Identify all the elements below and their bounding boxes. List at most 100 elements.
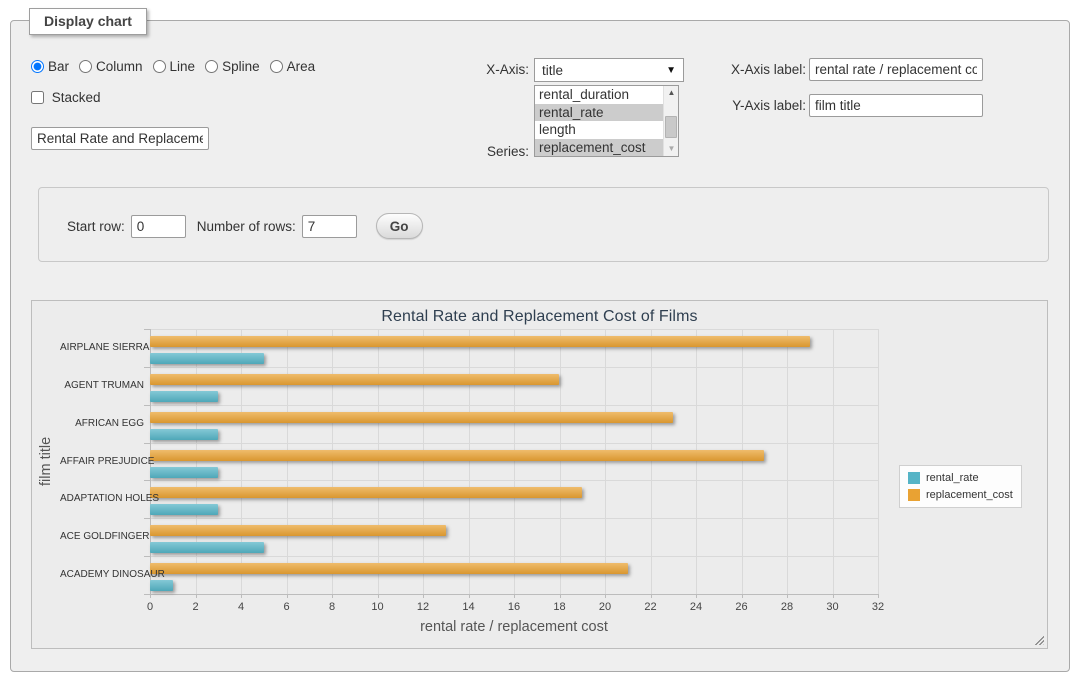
gridline-vertical (241, 329, 242, 594)
gridline-vertical (878, 329, 879, 594)
gridline-vertical (514, 329, 515, 594)
stacked-checkbox[interactable] (31, 91, 44, 104)
category-label: AFFAIR PREJUDICE (60, 456, 144, 467)
x-axis-tick-label: 12 (406, 601, 440, 613)
series-listbox-scrollbar[interactable]: ▲ ▼ (663, 86, 678, 156)
gridline-vertical (378, 329, 379, 594)
legend-label: rental_rate (926, 472, 979, 484)
fieldset-legend: Display chart (29, 8, 147, 35)
chart-type-option-area: Area (270, 59, 316, 74)
chart-x-axis-title: rental rate / replacement cost (150, 619, 878, 635)
bar-rental_rate[interactable] (150, 391, 218, 402)
x-axis-tick-label: 8 (315, 601, 349, 613)
stacked-option: Stacked (31, 90, 101, 105)
number-of-rows-input[interactable] (302, 215, 357, 238)
resize-grip-icon[interactable] (1033, 634, 1044, 645)
series-listbox[interactable]: rental_durationrental_ratelengthreplacem… (534, 85, 679, 157)
chart-type-radio-column[interactable] (79, 60, 92, 73)
scroll-down-icon[interactable]: ▼ (664, 142, 679, 156)
y-axis-tick (144, 518, 150, 519)
bar-rental_rate[interactable] (150, 504, 218, 515)
legend-swatch-icon (908, 472, 920, 484)
chart-type-label: Column (96, 59, 143, 74)
x-axis-select-label: X-Axis: (391, 62, 529, 77)
chart-type-radio-line[interactable] (153, 60, 166, 73)
start-row-input[interactable] (131, 215, 186, 238)
gridline-vertical (196, 329, 197, 594)
chart-type-option-line: Line (153, 59, 196, 74)
category-label: ACADEMY DINOSAUR (60, 569, 144, 580)
plot-area (150, 329, 878, 594)
category-label: AIRPLANE SIERRA (60, 342, 144, 353)
legend-item-rental_rate[interactable]: rental_rate (908, 472, 1013, 484)
x-axis-tick-label: 18 (543, 601, 577, 613)
x-axis-label-label: X-Axis label: (661, 62, 806, 77)
stacked-row: Stacked (31, 90, 111, 105)
x-axis-tick-label: 2 (179, 601, 213, 613)
x-axis-tick-label: 4 (224, 601, 258, 613)
y-axis-tick (144, 367, 150, 368)
chart-type-label: Spline (222, 59, 260, 74)
row-controls-panel: Start row: Number of rows: Go (38, 187, 1049, 262)
gridline-vertical (742, 329, 743, 594)
series-option-rental_rate[interactable]: rental_rate (535, 104, 663, 122)
gridline-horizontal (150, 480, 878, 481)
chart-legend: rental_rate replacement_cost (899, 465, 1022, 508)
x-axis-tick-label: 0 (133, 601, 167, 613)
gridline-vertical (651, 329, 652, 594)
gridline-horizontal (150, 367, 878, 368)
bar-rental_rate[interactable] (150, 467, 218, 478)
y-axis-tick (144, 443, 150, 444)
x-axis-tick (878, 594, 879, 598)
bar-replacement_cost[interactable] (150, 450, 764, 461)
y-axis-tick (144, 480, 150, 481)
gridline-horizontal (150, 405, 878, 406)
legend-item-replacement_cost[interactable]: replacement_cost (908, 489, 1013, 501)
legend-label: replacement_cost (926, 489, 1013, 501)
x-axis-label-input[interactable] (809, 58, 983, 81)
gridline-vertical (423, 329, 424, 594)
bar-replacement_cost[interactable] (150, 336, 810, 347)
go-button[interactable]: Go (376, 213, 423, 239)
gridline-horizontal (150, 518, 878, 519)
chart-type-radio-area[interactable] (270, 60, 283, 73)
scrollbar-thumb[interactable] (665, 116, 677, 138)
gridline-vertical (787, 329, 788, 594)
bar-rental_rate[interactable] (150, 429, 218, 440)
x-axis-tick-label: 20 (588, 601, 622, 613)
bar-replacement_cost[interactable] (150, 374, 559, 385)
chart-canvas: Rental Rate and Replacement Cost of Film… (31, 300, 1048, 649)
y-axis-tick (144, 556, 150, 557)
series-option-length[interactable]: length (535, 121, 663, 139)
category-label: ADAPTATION HOLES (60, 493, 144, 504)
bar-rental_rate[interactable] (150, 580, 173, 591)
bar-replacement_cost[interactable] (150, 563, 628, 574)
x-axis-tick-label: 32 (861, 601, 895, 613)
bar-replacement_cost[interactable] (150, 412, 673, 423)
y-axis-label-input[interactable] (809, 94, 983, 117)
bar-rental_rate[interactable] (150, 353, 264, 364)
x-axis-tick-label: 26 (725, 601, 759, 613)
series-option-rental_duration[interactable]: rental_duration (535, 86, 663, 104)
gridline-vertical (287, 329, 288, 594)
chart-type-radio-spline[interactable] (205, 60, 218, 73)
series-select-label: Series: (391, 144, 529, 159)
series-option-replacement_cost[interactable]: replacement_cost (535, 139, 663, 157)
gridline-vertical (469, 329, 470, 594)
chart-type-option-column: Column (79, 59, 143, 74)
y-axis-label-label: Y-Axis label: (661, 98, 806, 113)
x-axis-tick-label: 14 (452, 601, 486, 613)
bar-replacement_cost[interactable] (150, 525, 446, 536)
start-row-label: Start row: (67, 219, 125, 234)
x-axis-tick-label: 10 (361, 601, 395, 613)
chart-type-radio-bar[interactable] (31, 60, 44, 73)
chart-title-input[interactable] (31, 127, 209, 150)
chart-title: Rental Rate and Replacement Cost of Film… (32, 308, 1047, 326)
gridline-vertical (332, 329, 333, 594)
bar-replacement_cost[interactable] (150, 487, 582, 498)
chart-type-label: Line (170, 59, 196, 74)
y-axis-tick (144, 329, 150, 330)
chart-type-option-bar: Bar (31, 59, 69, 74)
row-controls: Start row: Number of rows: Go (67, 213, 423, 239)
bar-rental_rate[interactable] (150, 542, 264, 553)
